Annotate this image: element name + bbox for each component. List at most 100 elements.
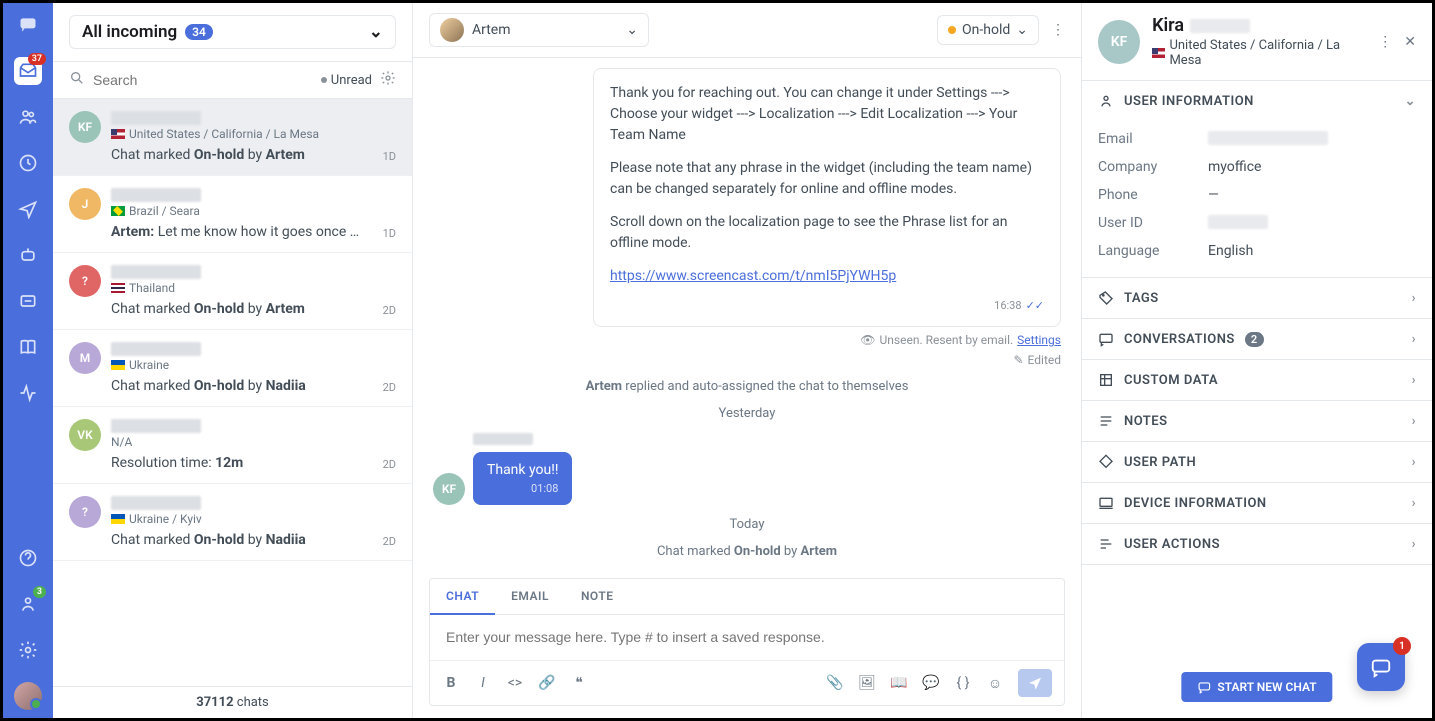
code-icon[interactable]: <> bbox=[506, 674, 524, 692]
bold-icon[interactable]: B bbox=[442, 674, 460, 692]
status-dropdown[interactable]: On-hold ⌄ bbox=[937, 15, 1039, 45]
start-new-chat-button[interactable]: START NEW CHAT bbox=[1181, 672, 1332, 702]
bot-icon[interactable] bbox=[14, 241, 42, 269]
section-conversations[interactable]: CONVERSATIONS2› bbox=[1082, 319, 1432, 359]
date-divider: Yesterday bbox=[433, 406, 1061, 421]
sender-name-redacted bbox=[473, 433, 533, 445]
tab-email[interactable]: EMAIL bbox=[495, 579, 565, 614]
book-icon[interactable] bbox=[14, 333, 42, 361]
conversation-panel: Artem ⌄ On-hold ⌄ ⋮ Thank you for reachi… bbox=[413, 3, 1082, 718]
chat-name-redacted bbox=[111, 419, 201, 433]
flag-icon bbox=[1152, 48, 1165, 58]
section-tags[interactable]: TAGS› bbox=[1082, 278, 1432, 318]
floating-chat-badge: 1 bbox=[1393, 637, 1411, 655]
message-incoming: Thank you!! 01:08 bbox=[473, 452, 572, 505]
message-incoming-row: KF Thank you!! 01:08 bbox=[433, 452, 1061, 505]
pencil-icon: ✎ bbox=[1013, 353, 1023, 367]
section-user-info[interactable]: USER INFORMATION ⌄ bbox=[1082, 81, 1432, 121]
chat-time: 2D bbox=[383, 535, 396, 548]
history-icon[interactable] bbox=[14, 149, 42, 177]
settings-link[interactable]: Settings bbox=[1017, 333, 1061, 347]
flag-icon bbox=[111, 514, 125, 524]
chat-item[interactable]: ? Thailand Chat marked On-hold by Artem … bbox=[53, 253, 412, 330]
inbox-icon[interactable]: 37 bbox=[14, 57, 42, 85]
attach-icon[interactable]: 📎 bbox=[826, 674, 844, 692]
chat-time: 1D bbox=[383, 150, 396, 163]
email-redacted bbox=[1208, 131, 1328, 145]
chevron-down-icon: ⌄ bbox=[1016, 22, 1028, 38]
chat-avatar: KF bbox=[69, 111, 101, 143]
filter-count: 34 bbox=[185, 24, 213, 40]
contact-avatar: KF bbox=[1098, 20, 1140, 64]
chat-item[interactable]: M Ukraine Chat marked On-hold by Nadiia … bbox=[53, 330, 412, 407]
userid-redacted bbox=[1208, 215, 1268, 229]
settings-icon[interactable] bbox=[14, 636, 42, 664]
section-custom-data[interactable]: CUSTOM DATA› bbox=[1082, 360, 1432, 400]
agent-dropdown[interactable]: Artem ⌄ bbox=[429, 13, 649, 47]
chat-item[interactable]: KF United States / California / La Mesa … bbox=[53, 99, 412, 176]
chat-name-redacted bbox=[111, 188, 201, 202]
chat-summary: Chat marked On-hold by Artem bbox=[111, 147, 373, 163]
section-user-path[interactable]: USER PATH› bbox=[1082, 442, 1432, 482]
status-dot bbox=[948, 26, 956, 34]
composer: CHAT EMAIL NOTE B I <> 🔗 ❝ 📎 🖼 📖 bbox=[429, 578, 1065, 706]
chevron-down-icon: ⌄ bbox=[1405, 94, 1416, 109]
chat-name-redacted bbox=[111, 342, 201, 356]
system-message: Chat marked On-hold by Artem bbox=[433, 544, 1061, 559]
list-settings-icon[interactable] bbox=[380, 70, 396, 90]
chat-item[interactable]: ? Ukraine / Kyiv Chat marked On-hold by … bbox=[53, 484, 412, 561]
tab-note[interactable]: NOTE bbox=[565, 579, 630, 614]
chat-summary: Chat marked On-hold by Artem bbox=[111, 301, 373, 317]
canned-icon[interactable]: 💬 bbox=[922, 674, 940, 692]
chat-avatar: M bbox=[69, 342, 101, 374]
system-message: Artem replied and auto-assigned the chat… bbox=[433, 379, 1061, 394]
chat-avatar: VK bbox=[69, 419, 101, 451]
image-icon[interactable]: 🖼 bbox=[858, 674, 876, 692]
quote-icon[interactable]: ❝ bbox=[570, 674, 588, 692]
flag-icon bbox=[111, 129, 125, 139]
user-avatar[interactable] bbox=[14, 682, 42, 710]
section-device-info[interactable]: DEVICE INFORMATION› bbox=[1082, 483, 1432, 523]
chat-time: 2D bbox=[383, 458, 396, 471]
section-user-actions[interactable]: USER ACTIONS› bbox=[1082, 524, 1432, 564]
activity-icon[interactable] bbox=[14, 379, 42, 407]
kb-icon[interactable]: 📖 bbox=[890, 674, 908, 692]
people-icon[interactable] bbox=[14, 103, 42, 131]
close-icon[interactable]: ✕ bbox=[1404, 34, 1416, 50]
chat-time: 2D bbox=[383, 381, 396, 394]
emoji-icon[interactable]: ☺ bbox=[986, 674, 1004, 692]
eye-off-icon: 👁 bbox=[860, 333, 875, 347]
chat-name-redacted bbox=[111, 265, 201, 279]
floating-chat-button[interactable]: 1 bbox=[1357, 643, 1405, 691]
logo-icon[interactable] bbox=[14, 11, 42, 39]
message-link[interactable]: https://www.screencast.com/t/nmI5PjYWH5p bbox=[610, 268, 896, 284]
team-badge: 3 bbox=[33, 586, 46, 598]
flag-icon bbox=[111, 360, 125, 370]
italic-icon[interactable]: I bbox=[474, 674, 492, 692]
more-icon[interactable]: ⋮ bbox=[1378, 34, 1392, 50]
search-input[interactable] bbox=[93, 72, 313, 88]
send-icon[interactable] bbox=[14, 195, 42, 223]
message-input[interactable] bbox=[446, 629, 1048, 645]
date-divider: Today bbox=[433, 517, 1061, 532]
send-button[interactable] bbox=[1018, 669, 1052, 697]
chat-avatar: J bbox=[69, 188, 101, 220]
section-notes[interactable]: NOTES› bbox=[1082, 401, 1432, 441]
flag-icon bbox=[111, 206, 125, 216]
tab-chat[interactable]: CHAT bbox=[430, 579, 495, 615]
chat-time: 2D bbox=[383, 304, 396, 317]
chevron-down-icon: ⌄ bbox=[626, 22, 638, 38]
search-icon bbox=[69, 70, 85, 90]
filter-dropdown[interactable]: All incoming 34 ⌄ bbox=[69, 15, 396, 49]
help-icon[interactable] bbox=[14, 544, 42, 572]
chat-name-redacted bbox=[111, 111, 201, 125]
more-icon[interactable]: ⋮ bbox=[1051, 22, 1065, 38]
chat-item[interactable]: VK N/A Resolution time: 12m 2D bbox=[53, 407, 412, 484]
variable-icon[interactable]: { } bbox=[954, 674, 972, 692]
chatlist-panel: All incoming 34 ⌄ Unread KF United State… bbox=[53, 3, 413, 718]
card-icon[interactable] bbox=[14, 287, 42, 315]
team-icon[interactable]: 3 bbox=[14, 590, 42, 618]
chat-item[interactable]: J Brazil / Seara Artem: Let me know how … bbox=[53, 176, 412, 253]
unread-toggle[interactable]: Unread bbox=[321, 73, 372, 88]
link-icon[interactable]: 🔗 bbox=[538, 674, 556, 692]
